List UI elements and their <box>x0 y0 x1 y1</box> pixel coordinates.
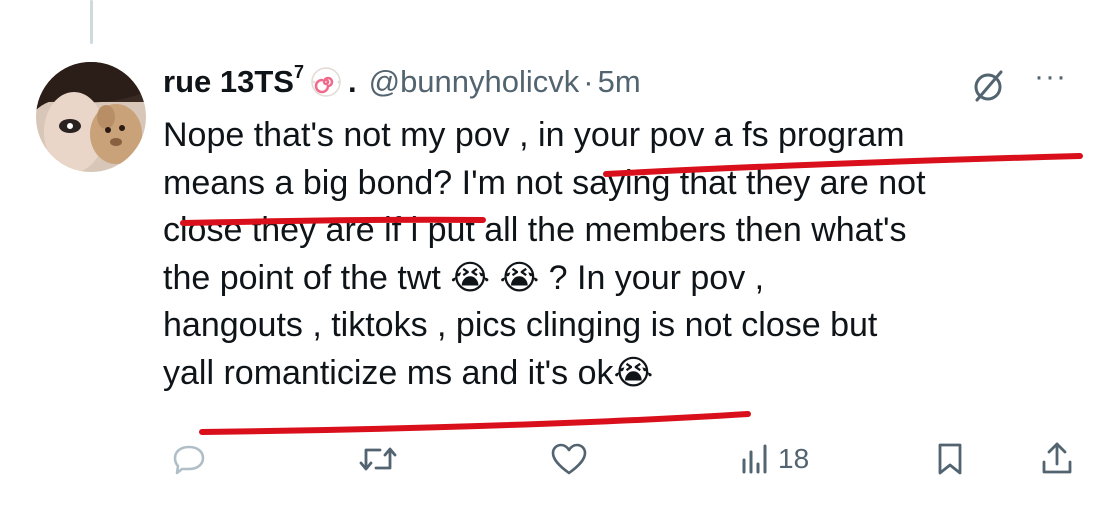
grok-icon[interactable] <box>968 66 1008 106</box>
share-icon <box>1040 440 1074 476</box>
avatar-image <box>36 62 146 172</box>
retweet-icon <box>358 442 398 476</box>
separator: · <box>583 64 594 99</box>
views-count: 18 <box>778 443 810 474</box>
reply-icon <box>172 442 206 476</box>
user-handle[interactable]: @bunnyholicvk <box>369 64 580 100</box>
like-button[interactable] <box>550 442 588 476</box>
more-options-icon[interactable]: ··· <box>1034 60 1067 94</box>
tweet-text: Nope that's not my pov , in your pov a f… <box>163 116 926 392</box>
avatar[interactable] <box>36 62 146 172</box>
name-superscript: 7 <box>293 62 304 82</box>
action-bar: 18 <box>0 430 1100 490</box>
name-suffix: . <box>347 64 357 99</box>
reply-button[interactable] <box>172 442 206 476</box>
views-icon <box>740 442 770 476</box>
views-button[interactable]: 18 <box>740 442 809 476</box>
share-button[interactable] <box>1040 440 1074 476</box>
bookmark-button[interactable] <box>935 442 965 476</box>
thread-line <box>90 0 93 44</box>
tweet-header: rue 13TS7 . @bunnyholicvk · 5m <box>163 60 641 104</box>
heart-icon <box>550 442 588 476</box>
retweet-button[interactable] <box>358 442 398 476</box>
display-name[interactable]: rue 13TS7 <box>163 62 304 100</box>
bookmark-icon <box>935 442 965 476</box>
timestamp[interactable]: 5m <box>598 64 641 100</box>
fishcake-emoji-icon <box>310 66 342 98</box>
